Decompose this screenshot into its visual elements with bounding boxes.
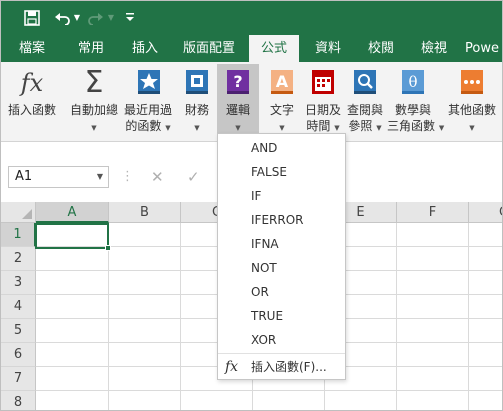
chevron-down-icon[interactable]: ▼ <box>97 167 103 187</box>
gridline <box>180 223 181 410</box>
menu-item-false[interactable]: FALSE <box>218 160 345 184</box>
menu-item-not[interactable]: NOT <box>218 256 345 280</box>
row-header-2[interactable]: 2 <box>1 247 36 271</box>
excel-window: ▼ ▼ 檔案 常用 插入 版面配置 公式 資料 校閱 檢視 Powe fx 插入… <box>0 0 503 411</box>
select-all-button[interactable] <box>1 202 36 223</box>
gridline <box>396 223 397 410</box>
star-book-icon <box>136 69 162 97</box>
autosum-label: 自動加總 ▼ <box>69 103 118 132</box>
gridline <box>108 223 109 410</box>
row-header-5[interactable]: 5 <box>1 319 36 343</box>
column-header-g[interactable]: G <box>469 202 502 223</box>
insert-function-menu-label: 插入函數(F)... <box>251 360 327 374</box>
lookup-reference-label: 查閱與 參照 ▼ <box>346 103 383 133</box>
ribbon-tabs: 檔案 常用 插入 版面配置 公式 資料 校閱 檢視 Powe <box>1 35 502 62</box>
financial-label: 財務 ▼ <box>184 103 209 132</box>
menu-item-insert-function[interactable]: fx 插入函數(F)... <box>218 355 345 379</box>
undo-icon[interactable] <box>53 8 71 28</box>
undo-dropdown-icon[interactable]: ▼ <box>72 8 82 28</box>
cancel-icon[interactable]: ✕ <box>151 168 164 186</box>
active-cell-a1[interactable] <box>35 223 109 249</box>
more-functions-icon <box>459 69 485 97</box>
redo-icon[interactable] <box>87 8 105 28</box>
tab-insert[interactable]: 插入 <box>119 35 171 62</box>
redo-dropdown-icon[interactable]: ▼ <box>106 8 116 28</box>
tab-formulas[interactable]: 公式 <box>249 35 299 62</box>
formula-bar-grip-icon: ⋮ <box>121 169 134 184</box>
column-header-a[interactable]: A <box>36 202 109 223</box>
menu-item-if[interactable]: IF <box>218 184 345 208</box>
recent-functions-label: 最近用過 的函數 ▼ <box>123 103 172 133</box>
row-header-4[interactable]: 4 <box>1 295 36 319</box>
tab-home[interactable]: 常用 <box>65 35 117 62</box>
gridline <box>36 390 502 391</box>
recent-functions-button[interactable]: 最近用過 的函數 ▼ <box>122 64 174 138</box>
date-time-button[interactable]: 日期及 時間 ▼ <box>301 64 345 138</box>
theta-icon: θ <box>400 69 426 97</box>
menu-item-ifna[interactable]: IFNA <box>218 232 345 256</box>
row-header-7[interactable]: 7 <box>1 367 36 391</box>
insert-function-button[interactable]: fx 插入函數 <box>3 64 61 138</box>
menu-item-or[interactable]: OR <box>218 280 345 304</box>
menu-item-iferror[interactable]: IFERROR <box>218 208 345 232</box>
select-all-triangle-icon <box>22 209 32 219</box>
more-functions-button[interactable]: 其他函數 ▼ <box>442 64 502 138</box>
tab-data[interactable]: 資料 <box>303 35 353 62</box>
math-trig-label: 數學與 三角函數 ▼ <box>387 103 445 133</box>
menu-item-and[interactable]: AND <box>218 136 345 160</box>
more-functions-label: 其他函數 ▼ <box>447 103 496 132</box>
logical-functions-menu: AND FALSE IF IFERROR IFNA NOT OR TRUE XO… <box>217 133 346 380</box>
sigma-icon: Σ <box>84 65 104 100</box>
math-trig-button[interactable]: θ 數學與 三角函數 ▼ <box>387 64 445 138</box>
column-header-b[interactable]: B <box>109 202 181 223</box>
enter-icon[interactable]: ✓ <box>187 168 200 186</box>
svg-text:θ: θ <box>408 73 417 91</box>
row-header-8[interactable]: 8 <box>1 391 36 410</box>
name-box[interactable]: A1 ▼ <box>8 166 109 188</box>
text-book-icon: A <box>269 69 295 97</box>
column-header-f[interactable]: F <box>397 202 469 223</box>
date-time-label: 日期及 時間 ▼ <box>304 103 341 133</box>
svg-text:?: ? <box>233 72 242 91</box>
name-box-value: A1 <box>15 169 33 184</box>
fx-icon: fx <box>20 69 44 97</box>
row-header-1[interactable]: 1 <box>1 223 36 247</box>
financial-icon <box>184 69 210 97</box>
logical-button[interactable]: ? 邏輯 ▼ <box>217 64 259 138</box>
tab-view[interactable]: 檢視 <box>409 35 459 62</box>
lookup-icon <box>352 69 378 97</box>
lookup-reference-button[interactable]: 查閱與 參照 ▼ <box>345 64 385 138</box>
row-header-3[interactable]: 3 <box>1 271 36 295</box>
text-button[interactable]: A 文字 ▼ <box>263 64 301 138</box>
financial-button[interactable]: 財務 ▼ <box>178 64 216 138</box>
autosum-button[interactable]: Σ 自動加總 ▼ <box>65 64 123 138</box>
ribbon-formulas: fx 插入函數 Σ 自動加總▼ 最近用過的函數 ▼ 財務▼ ? 邏輯▼ <box>1 62 502 142</box>
tab-power[interactable]: Powe <box>465 35 502 62</box>
save-icon[interactable] <box>21 8 43 28</box>
tab-review[interactable]: 校閱 <box>356 35 406 62</box>
gridline <box>468 223 469 410</box>
menu-item-true[interactable]: TRUE <box>218 304 345 328</box>
calendar-icon <box>310 69 336 97</box>
svg-text:A: A <box>276 72 289 91</box>
fx-icon: fx <box>225 359 239 375</box>
text-label: 文字 ▼ <box>269 103 294 132</box>
tab-page-layout[interactable]: 版面配置 <box>177 35 241 62</box>
title-bar: ▼ ▼ <box>1 1 502 35</box>
row-header-6[interactable]: 6 <box>1 343 36 367</box>
menu-item-xor[interactable]: XOR <box>218 328 345 352</box>
insert-function-label: 插入函數 <box>7 103 56 117</box>
tab-file[interactable]: 檔案 <box>7 35 57 62</box>
logical-label: 邏輯 ▼ <box>225 103 250 132</box>
customize-qat-icon[interactable] <box>123 10 137 30</box>
question-book-icon: ? <box>225 69 251 97</box>
menu-separator <box>218 353 345 354</box>
fill-handle[interactable] <box>105 245 111 251</box>
